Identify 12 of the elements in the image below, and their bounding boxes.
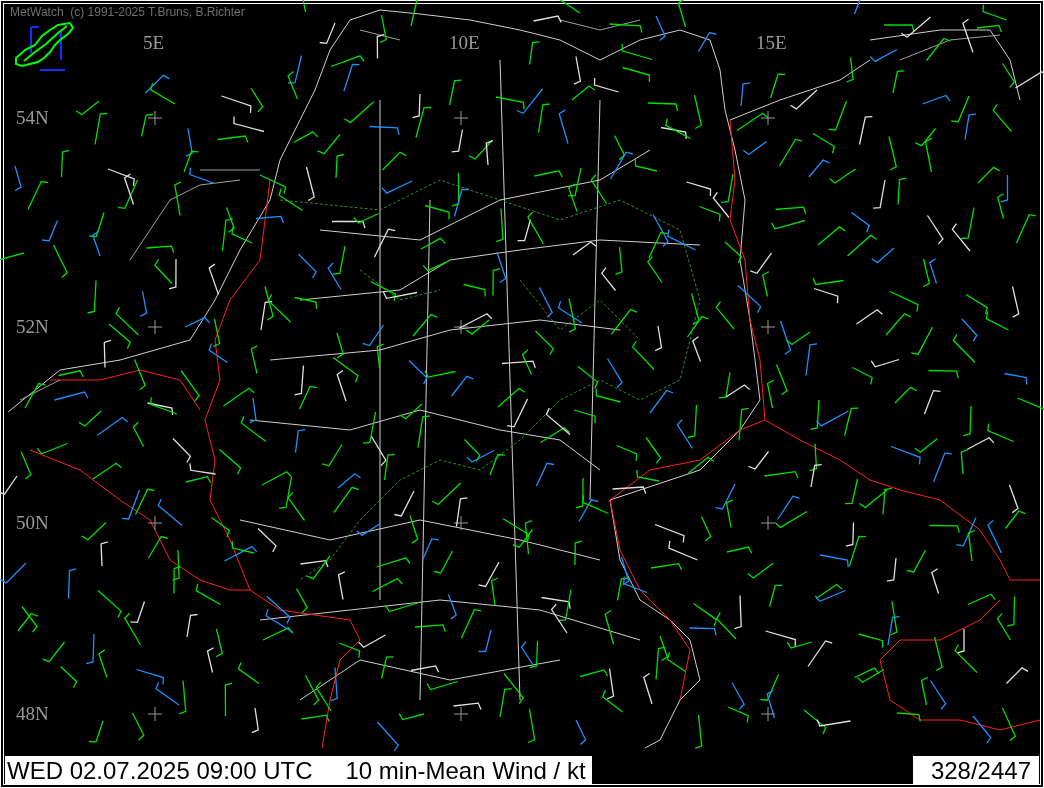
latitude-label: 48N <box>16 703 49 725</box>
longitude-label: 5E <box>143 32 165 54</box>
station-count: 328/2447 <box>912 756 1039 785</box>
parameter-title: 10 min-Mean Wind / kt <box>345 756 586 785</box>
copyright-text: MetWatch (c) 1991-2025 T.Bruns, B.Richter <box>10 5 245 19</box>
latitude-label: 52N <box>16 316 49 338</box>
longitude-label: 15E <box>756 32 787 54</box>
latitude-label: 50N <box>16 512 49 534</box>
date-time-text: WED 02.07.2025 09:00 UTC <box>7 756 313 785</box>
longitude-label: 10E <box>449 32 480 54</box>
latitude-label: 54N <box>16 107 49 129</box>
logo-icon <box>15 21 75 71</box>
